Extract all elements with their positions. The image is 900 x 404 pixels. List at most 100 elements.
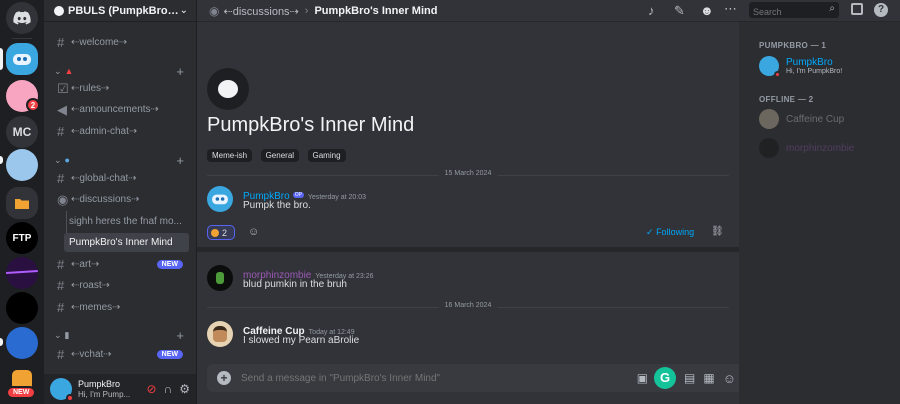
zombie-hand-icon [216, 272, 224, 284]
sticker-icon[interactable]: ▦ [703, 371, 714, 385]
channel-sidebar: PBULS (PumpkBro's ... ⌄ # ⇠welcome⇢ ⌄ ▲ + ☑… [44, 0, 196, 404]
members-icon[interactable]: ☻ [700, 3, 714, 18]
add-reaction-icon[interactable]: ☺ [248, 226, 259, 238]
member-avatar [759, 138, 779, 158]
channel-vchat[interactable]: # ⇠vchat⇢ NEW [52, 345, 189, 364]
speaker-icon: ▮ [64, 329, 70, 340]
message-composer: + ▣ G ▤ ▦ ☺ [207, 364, 742, 392]
dnd-status-icon [774, 71, 781, 78]
hash-icon: # [57, 300, 65, 315]
member-row[interactable]: morphinzombie [759, 137, 854, 159]
hash-icon: # [57, 35, 65, 50]
add-channel-icon[interactable]: + [176, 153, 184, 168]
search-input[interactable] [749, 4, 819, 20]
link-icon[interactable]: ⛓ [711, 226, 724, 237]
search-icon: ⌕ [829, 3, 835, 14]
discord-home-icon[interactable] [6, 2, 38, 34]
channel-discussions[interactable]: ◉ ⇠discussions⇢ [52, 190, 189, 209]
avatar[interactable] [207, 186, 233, 212]
add-attachment-icon[interactable]: + [217, 371, 231, 385]
folder-icon[interactable] [6, 187, 38, 219]
thread-fnaf[interactable]: sighh heres the fnaf mo... [64, 212, 189, 231]
channel-label: ⇠vchat⇢ [71, 349, 112, 360]
mention-badge: 2 [26, 98, 40, 112]
thread-label: PumpkBro's Inner Mind [69, 237, 173, 248]
tag[interactable]: Gaming [307, 149, 346, 162]
server-icon-pbuls[interactable] [6, 43, 38, 75]
member-row[interactable]: PumpkBro Hi, I'm PumpkBro! [759, 55, 842, 78]
help-icon[interactable]: ? [874, 3, 888, 17]
gif-icon[interactable]: ▤ [684, 371, 695, 385]
bell-icon[interactable]: ♪ [648, 3, 655, 18]
pin-icon[interactable]: ✎ [674, 3, 685, 19]
hash-icon: # [57, 278, 65, 293]
channel-global-chat[interactable]: # ⇠global-chat⇢ [52, 169, 189, 188]
top-bar: ◉ ⇠discussions⇢ › PumpkBro's Inner Mind … [197, 0, 900, 22]
server-icon-8[interactable] [6, 292, 38, 324]
post-title: PumpkBro's Inner Mind [207, 114, 415, 136]
breadcrumb-parent[interactable]: ⇠discussions⇢ [223, 5, 298, 18]
category-1[interactable]: ⌄ ▲ + [54, 64, 184, 79]
server-icon-small [54, 5, 64, 16]
channel-memes[interactable]: # ⇠memes⇢ [52, 298, 189, 317]
message-text: I slowed my Pearn aBrolie [243, 335, 360, 346]
inbox-icon[interactable] [851, 3, 863, 15]
pumpkin-emoji-icon [211, 228, 219, 237]
server-icon-4[interactable] [6, 149, 38, 181]
server-icon-ftp[interactable]: FTP [6, 222, 38, 254]
op-badge: OP [292, 191, 304, 198]
search-box[interactable]: ⌕ [749, 2, 839, 20]
breadcrumb-separator-icon: › [304, 5, 309, 17]
chevron-icon: ⌄ [54, 154, 62, 165]
date-label: 16 March 2024 [438, 302, 498, 309]
channel-rules[interactable]: ☑ ⇠rules⇢ [52, 79, 189, 98]
add-channel-icon[interactable]: + [176, 328, 184, 343]
channel-label: ⇠discussions⇢ [71, 194, 140, 205]
server-icon-mc[interactable]: MC [6, 116, 38, 148]
user-avatar[interactable] [50, 378, 74, 402]
chevron-icon: ⌄ [54, 65, 62, 76]
channel-announcements[interactable]: ◀ ⇠announcements⇢ [52, 100, 189, 119]
channel-admin-chat[interactable]: # ⇠admin-chat⇢ [52, 122, 189, 141]
server-header[interactable]: PBULS (PumpkBro's ... ⌄ [44, 0, 196, 22]
new-badge: NEW [156, 350, 183, 359]
channel-welcome[interactable]: # ⇠welcome⇢ [52, 33, 189, 52]
channel-label: ⇠global-chat⇢ [71, 173, 137, 184]
server-icon-7[interactable] [6, 257, 38, 289]
thread-label: sighh heres the fnaf mo... [69, 216, 182, 227]
category-2[interactable]: ⌄ ● + [54, 153, 184, 168]
grammarly-icon[interactable]: G [654, 367, 677, 389]
date-divider: 15 March 2024 [207, 170, 729, 177]
mute-mic-icon[interactable]: ⊘ [147, 382, 157, 396]
rules-icon: ☑ [57, 80, 69, 96]
user-info[interactable]: PumpkBro Hi, I'm Pump... [78, 379, 147, 399]
post-tags: Meme-ish General Gaming [207, 145, 350, 163]
avatar[interactable] [207, 321, 233, 347]
thread-inner-mind[interactable]: PumpkBro's Inner Mind [64, 233, 189, 252]
message-input[interactable] [241, 368, 637, 388]
reaction-pill[interactable]: 2 [207, 225, 235, 240]
server-icon-9[interactable] [6, 327, 38, 359]
headphones-icon[interactable]: ∩ [164, 382, 173, 396]
discord-app: 2 MC FTP NEW PBULS (PumpkBro's ... ⌄ # ⇠w… [0, 0, 900, 404]
rail-separator [12, 38, 32, 39]
channel-roast[interactable]: # ⇠roast⇢ [52, 276, 189, 295]
member-name: Caffeine Cup [786, 113, 845, 125]
gift-icon[interactable]: ▣ [637, 371, 648, 385]
member-row[interactable]: Caffeine Cup [759, 108, 844, 130]
tag[interactable]: General [260, 149, 300, 162]
more-icon[interactable]: ⋯ [724, 1, 737, 17]
follow-button[interactable]: ✓ Following [646, 227, 694, 238]
avatar[interactable] [207, 265, 233, 291]
unread-pip [0, 156, 3, 164]
channel-art[interactable]: # ⇠art⇢ NEW [52, 255, 189, 274]
gear-icon[interactable]: ⚙ [179, 382, 190, 396]
check-icon: ✓ [646, 227, 654, 237]
dnd-status-icon [66, 394, 74, 402]
category-3[interactable]: ⌄ ▮ + [54, 328, 184, 343]
tag[interactable]: Meme-ish [207, 149, 253, 162]
emoji-icon[interactable]: ☺ [723, 371, 736, 386]
date-label: 15 March 2024 [438, 170, 498, 177]
add-channel-icon[interactable]: + [176, 64, 184, 79]
person-face-icon [213, 326, 227, 342]
